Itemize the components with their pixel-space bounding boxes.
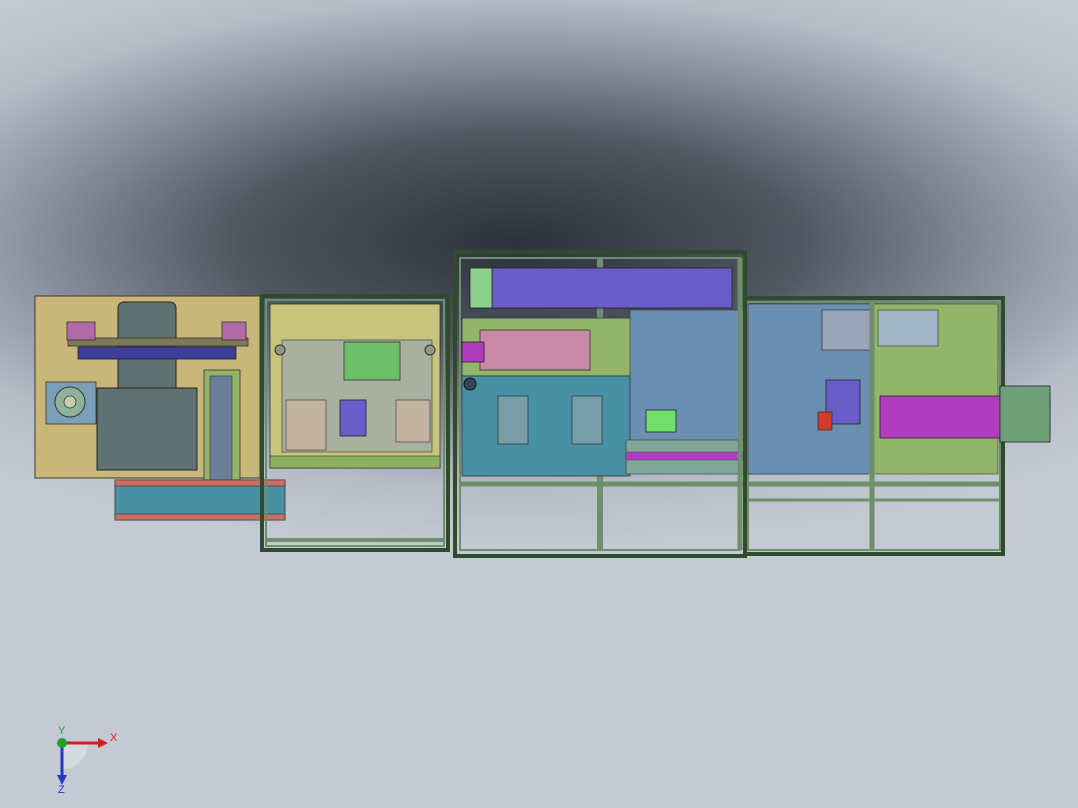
- housing-base[interactable]: [96, 387, 198, 471]
- bolt-two-a: [274, 344, 286, 356]
- panel-right-top: [877, 309, 939, 347]
- y-axis-dot: [57, 738, 67, 748]
- cad-viewport[interactable]: X Y Z: [0, 0, 1078, 808]
- red-stop-block[interactable]: [817, 411, 833, 431]
- slide-rail-left: [77, 346, 237, 360]
- bracket-left-2[interactable]: [221, 321, 247, 341]
- green-valve[interactable]: [645, 409, 677, 433]
- plate-center-teal[interactable]: [461, 375, 631, 477]
- station-two[interactable]: [260, 294, 450, 552]
- x-axis-arrow: [98, 738, 108, 748]
- lift-module[interactable]: [821, 309, 871, 351]
- gear-block[interactable]: [343, 341, 401, 381]
- conveyor-edge-bottom: [114, 513, 286, 521]
- fixture-nest-b: [395, 399, 431, 443]
- purple-gripper-left[interactable]: [461, 341, 485, 363]
- bolt-center-a: [463, 377, 477, 391]
- x-axis-label: X: [110, 732, 118, 744]
- orientation-triad: X Y Z: [40, 725, 130, 796]
- top-cylinder-end: [469, 267, 493, 309]
- die-block-a[interactable]: [497, 395, 529, 445]
- station-right[interactable]: [743, 296, 1051, 556]
- conveyor-edge-top: [114, 479, 286, 487]
- triad-graphic: X Y Z: [57, 725, 118, 796]
- purple-actuator-two[interactable]: [339, 399, 367, 437]
- plate-center-blue[interactable]: [629, 309, 747, 461]
- triad-quadrant: [62, 743, 88, 769]
- bracket-left-1[interactable]: [66, 321, 96, 341]
- die-block-b[interactable]: [571, 395, 603, 445]
- bolt-two-b: [424, 344, 436, 356]
- assembly-model[interactable]: [0, 0, 1078, 808]
- station-left[interactable]: [34, 295, 286, 521]
- rail-station-two: [269, 455, 441, 469]
- fixture-nest-a: [285, 399, 327, 451]
- top-cylinder[interactable]: [469, 267, 733, 309]
- y-axis-label: Y: [58, 725, 66, 737]
- z-axis-label: Z: [58, 784, 65, 795]
- pink-clamp[interactable]: [479, 329, 591, 371]
- motor-hub: [63, 395, 77, 409]
- outfeed-conveyor-edge: [999, 385, 1051, 443]
